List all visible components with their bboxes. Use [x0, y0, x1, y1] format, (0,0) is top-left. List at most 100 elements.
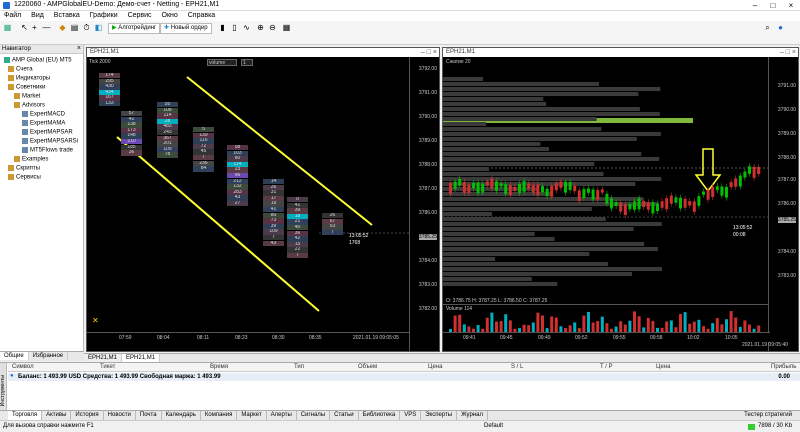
volume-profile-bar — [443, 152, 642, 156]
tab-calendar[interactable]: Календарь — [162, 411, 201, 420]
col-sl[interactable]: S / L — [511, 364, 523, 370]
nav-item-account[interactable]: AMP Global (EU) MT5 — [4, 57, 72, 65]
volume-profile-bar — [443, 272, 632, 276]
tab-news[interactable]: Новости — [104, 411, 136, 420]
pane-divider[interactable] — [443, 304, 770, 305]
nav-item-expert[interactable]: MT5Flows trade — [22, 147, 73, 155]
tab-alerts[interactable]: Алерты — [267, 411, 297, 420]
chart-window-candles[interactable]: EPH21,M1– □ × Сжатие 20 13:05:52 00:08 O… — [442, 47, 799, 352]
col-time[interactable]: Время — [210, 364, 228, 370]
maximize-icon[interactable]: □ — [764, 0, 782, 11]
chart-line-icon[interactable]: ∿ — [242, 23, 251, 32]
menu-charts[interactable]: Графики — [86, 11, 122, 21]
nav-item-expert[interactable]: ExpertMACD — [22, 111, 65, 119]
arrow-marker-icon[interactable] — [694, 148, 722, 193]
col-tp[interactable]: T / P — [600, 364, 613, 370]
new-chart-icon[interactable]: ▦ — [3, 23, 12, 32]
col-symbol[interactable]: Символ — [12, 364, 34, 370]
nav-item-expert[interactable]: ExpertMAPSARSi — [22, 138, 78, 146]
footprint-cell: 430 — [99, 84, 120, 90]
tab-company[interactable]: Компания — [201, 411, 238, 420]
minimize-icon[interactable]: – — [746, 0, 764, 11]
balance-text: Баланс: 1 493.99 USD Средства: 1 493.99 … — [18, 374, 221, 380]
footprint-cell: 7 — [263, 235, 284, 241]
col-profit[interactable]: Прибыль — [771, 364, 796, 370]
tab-articles[interactable]: Статьи — [330, 411, 359, 420]
nav-item-indicators[interactable]: Индикаторы — [8, 75, 50, 83]
menu-tools[interactable]: Сервис — [124, 11, 156, 21]
nav-item-experts[interactable]: Советники — [8, 84, 45, 92]
cursor-icon[interactable]: ↖ — [20, 23, 29, 32]
chart-tab[interactable]: EPH21,M1 — [84, 354, 123, 362]
balance-row[interactable]: ● Баланс: 1 493.99 USD Средства: 1 493.9… — [8, 373, 800, 381]
account-icon[interactable]: ● — [776, 23, 785, 32]
menu-help[interactable]: Справка — [184, 11, 219, 21]
window-controls[interactable]: – □ × — [780, 48, 796, 57]
volume-bar — [633, 311, 636, 332]
menu-view[interactable]: Вид — [27, 11, 48, 21]
line-icon[interactable]: — — [42, 23, 51, 32]
periods-icon[interactable]: ⏱ — [82, 23, 91, 32]
tab-general[interactable]: Общие — [0, 352, 29, 360]
status-help: Для вызова справки нажмите F1 — [3, 423, 94, 429]
table-header: Символ Тикет Время Тип Объем Цена S / L … — [8, 363, 800, 372]
tab-signals[interactable]: Сигналы — [297, 411, 331, 420]
tab-mail[interactable]: Почта — [136, 411, 162, 420]
col-price[interactable]: Цена — [428, 364, 442, 370]
profiles-icon[interactable]: ◆ — [58, 23, 67, 32]
nav-item-market[interactable]: Market — [14, 93, 40, 101]
tab-vps[interactable]: VPS — [400, 411, 422, 420]
chart-bars-icon[interactable]: ▮ — [218, 23, 227, 32]
volume-bar — [748, 324, 751, 332]
chart-window-footprint[interactable]: EPH21,M1– □ × Tick 2000 volume 1 ✕ 174 29… — [86, 47, 440, 352]
nav-item-advisors[interactable]: Advisors — [14, 102, 45, 110]
time-label: 09:52 — [575, 335, 588, 341]
nav-item-expert[interactable]: ExpertMAPSAR — [22, 129, 73, 137]
nav-item-examples[interactable]: Examples — [14, 156, 48, 164]
nav-item-expert[interactable]: ExpertMAMA — [22, 120, 65, 128]
strategy-tester-button[interactable]: Тестер стратегий — [740, 411, 796, 420]
templates-icon[interactable]: ▤ — [70, 23, 79, 32]
window-controls[interactable]: – □ × — [421, 48, 437, 57]
tab-library[interactable]: Библиотека — [359, 411, 401, 420]
toolbox-side[interactable]: Инструменты — [0, 363, 7, 411]
close-icon[interactable]: × — [782, 0, 800, 11]
tile-windows-icon[interactable]: ▦ — [282, 23, 291, 32]
col-volume[interactable]: Объем — [358, 364, 377, 370]
new-order-button[interactable]: ✚ Новый ордер — [160, 23, 212, 34]
chart-tab[interactable]: EPH21,M1 — [122, 354, 161, 362]
tab-experts[interactable]: Эксперты — [421, 411, 458, 420]
algo-trading-button[interactable]: ▶ Алготрейдинг — [108, 23, 161, 34]
menu-file[interactable]: Файл — [0, 11, 25, 21]
nav-item-services[interactable]: Сервисы — [8, 174, 41, 182]
tab-trade[interactable]: Торговля — [8, 411, 43, 420]
time-axis[interactable]: 09:41 09:45 09:49 09:52 09:55 09:58 10:0… — [443, 332, 770, 342]
time-axis[interactable]: 07:59 08:04 08:11 08:23 08:30 08:35 2021… — [87, 332, 409, 342]
zoom-in-icon[interactable]: ⊕ — [256, 23, 265, 32]
price-label: 3788.00 — [777, 155, 796, 161]
volume-bar — [587, 311, 590, 332]
footprint-cell: 43 — [227, 195, 248, 201]
price-label: 3788.00 — [418, 162, 437, 168]
col-price-current[interactable]: Цена — [656, 364, 670, 370]
col-type[interactable]: Тип — [294, 364, 304, 370]
nav-item-accounts[interactable]: Счета — [8, 66, 33, 74]
price-axis[interactable]: 3792.00 3791.00 3790.00 3789.00 3788.00 … — [409, 57, 439, 351]
market-watch-icon[interactable]: ◧ — [94, 23, 103, 32]
menu-window[interactable]: Окно — [158, 11, 182, 21]
search-icon[interactable]: ⌕ — [763, 23, 772, 32]
menu-insert[interactable]: Вставка — [50, 11, 84, 21]
price-axis[interactable]: 3791.00 3790.00 3789.00 3788.00 3787.00 … — [768, 57, 798, 351]
zoom-out-icon[interactable]: ⊖ — [268, 23, 277, 32]
footprint-cell: 39 — [287, 208, 308, 214]
tab-history[interactable]: История — [71, 411, 104, 420]
col-ticket[interactable]: Тикет — [100, 364, 115, 370]
nav-item-scripts[interactable]: Скрипты — [8, 165, 40, 173]
close-icon[interactable]: × — [77, 45, 81, 52]
tab-assets[interactable]: Активы — [42, 411, 72, 420]
chart-candles-icon[interactable]: ▯ — [230, 23, 239, 32]
tab-favorites[interactable]: Избранное — [29, 352, 69, 360]
tab-market[interactable]: Маркет — [237, 411, 267, 420]
tab-journal[interactable]: Журнал — [457, 411, 488, 420]
crosshair-icon[interactable]: + — [30, 23, 39, 32]
